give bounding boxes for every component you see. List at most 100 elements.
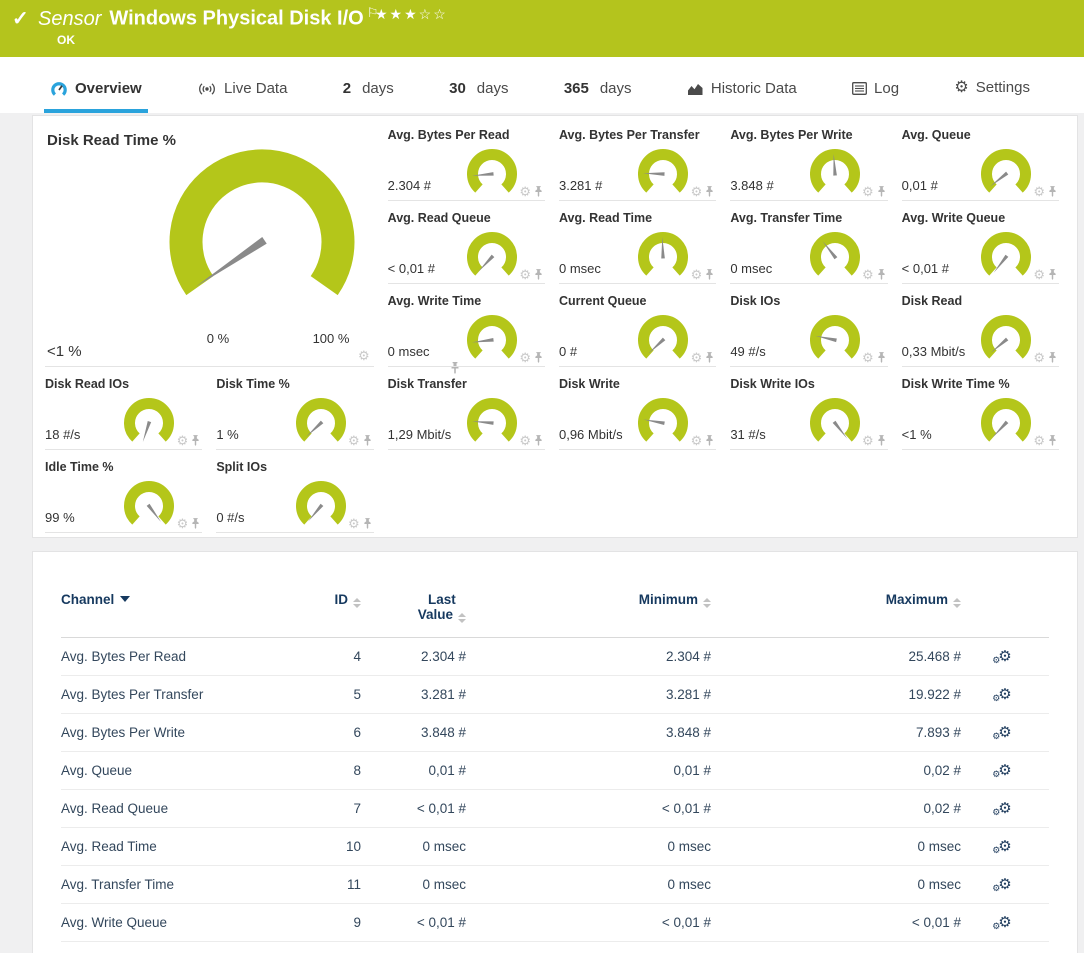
tab-365-days[interactable]: 365 days: [558, 80, 638, 113]
gear-icon[interactable]: ⚙: [358, 350, 370, 361]
tab-overview[interactable]: Overview: [44, 80, 148, 113]
gear-icon[interactable]: ⚙: [1033, 269, 1045, 280]
pin-icon[interactable]: [534, 186, 543, 197]
channel-settings-gears-icon[interactable]: ⚙⚙: [998, 726, 1011, 740]
pin-icon[interactable]: [191, 435, 200, 446]
channel-row[interactable]: Avg. Bytes Per Transfer 5 3.281 # 3.281 …: [61, 676, 1049, 714]
pin-icon[interactable]: [1048, 435, 1057, 446]
pin-icon[interactable]: [877, 435, 886, 446]
gauge-title: Disk Transfer: [388, 367, 545, 391]
pin-icon[interactable]: [877, 186, 886, 197]
priority-stars[interactable]: ★★★☆☆: [375, 6, 448, 23]
channel-settings-gears-icon[interactable]: ⚙⚙: [998, 840, 1011, 854]
gear-icon[interactable]: ⚙: [862, 435, 874, 446]
channel-name: Avg. Queue: [61, 752, 291, 790]
mini-gauge: [977, 227, 1035, 281]
channel-last-value: 3.848 #: [361, 714, 466, 752]
gauge-value: 18 #/s: [45, 427, 80, 442]
gear-icon[interactable]: ⚙: [519, 186, 531, 197]
column-header-minimum[interactable]: Minimum: [466, 592, 711, 638]
channels-table: Channel ID Last Value Minimum Maximum: [61, 592, 1049, 942]
mini-gauge: [634, 227, 692, 281]
tab-live-data[interactable]: Live Data: [191, 80, 293, 113]
gear-icon[interactable]: ⚙: [519, 352, 531, 363]
channel-row[interactable]: Avg. Read Time 10 0 msec 0 msec 0 msec ⚙…: [61, 828, 1049, 866]
channel-row[interactable]: Avg. Queue 8 0,01 # 0,01 # 0,02 # ⚙⚙: [61, 752, 1049, 790]
gauge-title: Disk IOs: [730, 284, 887, 308]
mini-gauge: [634, 144, 692, 198]
channel-settings-gears-icon[interactable]: ⚙⚙: [998, 802, 1011, 816]
tab-historic-data[interactable]: Historic Data: [681, 80, 803, 113]
column-header-last-value[interactable]: Last Value: [361, 592, 466, 638]
gauge-cell: Split IOs 0 #/s ⚙: [216, 450, 373, 533]
pin-icon[interactable]: [877, 269, 886, 280]
gauge-needle: [992, 255, 1008, 274]
sensor-title-line: SensorWindows Physical Disk I/O⚐: [38, 5, 378, 31]
channel-last-value: 0,01 #: [361, 752, 466, 790]
gear-icon[interactable]: ⚙: [177, 518, 189, 529]
primary-gauge-cell: Disk Read Time % 0 % 100 % <1 % ⚙: [45, 118, 374, 367]
channel-name: Avg. Write Queue: [61, 904, 291, 942]
gear-icon[interactable]: ⚙: [862, 352, 874, 363]
gear-icon[interactable]: ⚙: [862, 186, 874, 197]
tab-2-days[interactable]: 2 days: [337, 80, 400, 113]
channel-settings-gears-icon[interactable]: ⚙⚙: [998, 688, 1011, 702]
gear-icon[interactable]: ⚙: [1033, 352, 1045, 363]
gauge-title: Idle Time %: [45, 450, 202, 474]
pin-icon[interactable]: [191, 518, 200, 529]
channel-last-value: < 0,01 #: [361, 904, 466, 942]
gear-icon[interactable]: ⚙: [348, 435, 360, 446]
gear-icon[interactable]: ⚙: [1033, 435, 1045, 446]
gear-icon[interactable]: ⚙: [691, 269, 703, 280]
column-header-actions: [961, 592, 1049, 638]
mini-gauge: [977, 393, 1035, 447]
gear-icon[interactable]: ⚙: [348, 518, 360, 529]
sort-icon: [703, 598, 711, 608]
pin-icon[interactable]: [877, 352, 886, 363]
column-header-maximum[interactable]: Maximum: [711, 592, 961, 638]
pin-icon[interactable]: [1048, 186, 1057, 197]
mini-gauge: [806, 144, 864, 198]
gear-icon[interactable]: ⚙: [519, 269, 531, 280]
gauge-cell: Avg. Transfer Time 0 msec ⚙: [730, 201, 887, 284]
pin-icon[interactable]: [534, 269, 543, 280]
channel-settings-gears-icon[interactable]: ⚙⚙: [998, 650, 1011, 664]
tab-settings[interactable]: ⚙ Settings: [948, 77, 1036, 113]
pin-icon[interactable]: [534, 435, 543, 446]
pin-icon[interactable]: [705, 269, 714, 280]
channel-row[interactable]: Avg. Bytes Per Read 4 2.304 # 2.304 # 25…: [61, 638, 1049, 676]
channel-settings-gears-icon[interactable]: ⚙⚙: [998, 916, 1011, 930]
channel-row[interactable]: Avg. Transfer Time 11 0 msec 0 msec 0 ms…: [61, 866, 1049, 904]
pin-icon[interactable]: [1048, 352, 1057, 363]
gear-icon[interactable]: ⚙: [177, 435, 189, 446]
channel-row[interactable]: Avg. Read Queue 7 < 0,01 # < 0,01 # 0,02…: [61, 790, 1049, 828]
tab-2-days-label: days: [362, 80, 394, 97]
sensor-status-bar: ✓ SensorWindows Physical Disk I/O⚐ ★★★☆☆…: [0, 0, 1084, 57]
gear-icon[interactable]: ⚙: [691, 186, 703, 197]
channel-settings-gears-icon[interactable]: ⚙⚙: [998, 764, 1011, 778]
pin-icon[interactable]: [363, 435, 372, 446]
channel-row[interactable]: Avg. Bytes Per Write 6 3.848 # 3.848 # 7…: [61, 714, 1049, 752]
gauge-title: Disk Write IOs: [730, 367, 887, 391]
gear-icon[interactable]: ⚙: [691, 435, 703, 446]
pin-icon[interactable]: [705, 186, 714, 197]
gear-icon[interactable]: ⚙: [519, 435, 531, 446]
area-chart-icon: [687, 82, 704, 96]
gauge-value: 3.281 #: [559, 178, 602, 193]
pin-icon[interactable]: [705, 352, 714, 363]
tab-365-days-number: 365: [564, 80, 589, 97]
gear-icon[interactable]: ⚙: [862, 269, 874, 280]
tab-log-label: Log: [874, 80, 899, 97]
column-header-id[interactable]: ID: [291, 592, 361, 638]
tab-30-days[interactable]: 30 days: [443, 80, 514, 113]
pin-icon[interactable]: [363, 518, 372, 529]
column-header-channel[interactable]: Channel: [61, 592, 291, 638]
tab-log[interactable]: Log: [846, 80, 905, 113]
pin-icon[interactable]: [534, 352, 543, 363]
channel-row[interactable]: Avg. Write Queue 9 < 0,01 # < 0,01 # < 0…: [61, 904, 1049, 942]
gear-icon[interactable]: ⚙: [1033, 186, 1045, 197]
pin-icon[interactable]: [705, 435, 714, 446]
gear-icon[interactable]: ⚙: [691, 352, 703, 363]
channel-settings-gears-icon[interactable]: ⚙⚙: [998, 878, 1011, 892]
pin-icon[interactable]: [1048, 269, 1057, 280]
